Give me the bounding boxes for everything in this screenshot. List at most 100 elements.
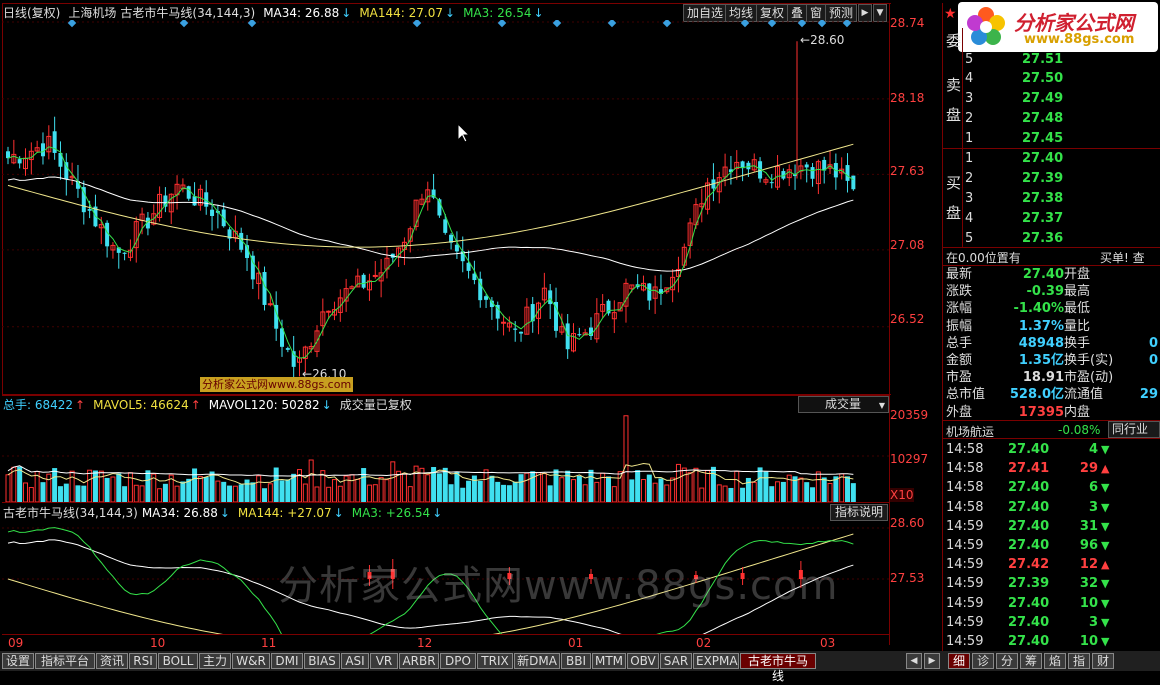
tab-14[interactable]: 新DMA bbox=[514, 653, 560, 669]
event-marker-icon bbox=[552, 20, 562, 28]
tab-19[interactable]: EXPMA bbox=[693, 653, 739, 669]
sidebar-tab-1[interactable]: 诊 bbox=[972, 653, 994, 669]
volume-bar bbox=[611, 486, 617, 502]
tab-15[interactable]: BBI bbox=[561, 653, 591, 669]
tab-1[interactable]: 指标平台 bbox=[35, 653, 95, 669]
tab-20[interactable]: 古老市牛马线 bbox=[740, 653, 816, 683]
volume-bar bbox=[192, 468, 198, 502]
quote-value: 0 bbox=[1148, 335, 1158, 351]
indicator-axis-label: 28.60 bbox=[890, 516, 925, 530]
buy-row: 5 27.36 bbox=[965, 231, 1064, 246]
tab-12[interactable]: DPO bbox=[440, 653, 476, 669]
tab-5[interactable]: 主力 bbox=[199, 653, 231, 669]
candle-body bbox=[285, 348, 290, 350]
volume-bar bbox=[763, 471, 769, 502]
sidebar-tab-2[interactable]: 分 bbox=[996, 653, 1018, 669]
event-marker-icon bbox=[817, 20, 827, 28]
volume-dropdown[interactable]: 成交量 ▼ bbox=[798, 396, 889, 413]
quote-value: 17395 bbox=[1018, 404, 1064, 420]
tab-16[interactable]: MTM bbox=[592, 653, 626, 669]
tick-time: 14:59 bbox=[946, 634, 984, 649]
tick-row: 14:59 27.40 96 ▼ bbox=[946, 536, 1160, 555]
volume-bar bbox=[180, 481, 186, 502]
sidebar-tab-4[interactable]: 焰 bbox=[1044, 653, 1066, 669]
price-axis-label: 27.08 bbox=[890, 238, 925, 252]
tick-price: 27.41 bbox=[1008, 461, 1050, 477]
indicator-help-button[interactable]: 指标说明 bbox=[830, 504, 888, 521]
volume-axis-label: 10297 bbox=[890, 452, 929, 466]
candle-body bbox=[17, 159, 22, 164]
volume-bar bbox=[372, 484, 378, 502]
candle-body bbox=[210, 209, 215, 216]
volume-bar bbox=[203, 476, 209, 502]
volume-bar bbox=[646, 474, 652, 502]
volume-bar bbox=[384, 479, 390, 502]
month-label: 12 bbox=[417, 636, 433, 650]
quote-value: -1.40% bbox=[1013, 301, 1065, 317]
star-icon[interactable]: ★ bbox=[944, 6, 957, 22]
period-label[interactable]: 日线(复权) bbox=[3, 6, 60, 20]
candle-body bbox=[845, 165, 850, 181]
price-axis-label: 28.74 bbox=[890, 16, 925, 30]
volume-bar bbox=[477, 480, 483, 502]
scroll-right-button[interactable]: ▶ bbox=[924, 653, 940, 669]
tick-price: 27.40 bbox=[1008, 634, 1050, 649]
volume-bar bbox=[670, 477, 676, 502]
tab-17[interactable]: OBV bbox=[627, 653, 659, 669]
volume-bar bbox=[122, 486, 128, 502]
tab-3[interactable]: RSI bbox=[129, 653, 157, 669]
sidebar-tab-5[interactable]: 指 bbox=[1068, 653, 1090, 669]
volume-bar bbox=[17, 466, 23, 502]
candle-body bbox=[361, 274, 366, 288]
tab-18[interactable]: SAR bbox=[660, 653, 692, 669]
scroll-left-button[interactable]: ◀ bbox=[906, 653, 922, 669]
industry-tab[interactable]: 同行业 bbox=[1108, 421, 1160, 438]
tab-7[interactable]: DMI bbox=[271, 653, 303, 669]
volume-bar bbox=[366, 484, 372, 502]
tick-price: 27.40 bbox=[1008, 595, 1050, 611]
buy-check-link[interactable]: 买单! 查 bbox=[1100, 249, 1145, 266]
sidebar-tab-0[interactable]: 细 bbox=[948, 653, 970, 669]
down-arrow-icon: ↓ bbox=[321, 398, 332, 412]
candle-body bbox=[122, 252, 127, 254]
volume-bar bbox=[524, 472, 530, 502]
candlestick-chart[interactable] bbox=[2, 20, 890, 396]
quote-value: 1.37% bbox=[1018, 318, 1064, 334]
quote-value: 1.35亿 bbox=[1018, 353, 1064, 368]
volume-bar bbox=[640, 479, 646, 502]
tick-time: 14:58 bbox=[946, 461, 984, 477]
tab-11[interactable]: ARBR bbox=[399, 653, 439, 669]
event-marker-icon bbox=[662, 20, 672, 28]
event-marker-icon bbox=[179, 20, 189, 28]
sidebar-tab-3[interactable]: 筹 bbox=[1020, 653, 1042, 669]
tab-10[interactable]: VR bbox=[370, 653, 398, 669]
divider bbox=[943, 247, 1160, 248]
tick-price: 27.40 bbox=[1008, 499, 1050, 515]
price-axis-label: 27.63 bbox=[890, 164, 925, 178]
sidebar-tab-6[interactable]: 财 bbox=[1092, 653, 1114, 669]
tab-2[interactable]: 资讯 bbox=[96, 653, 128, 669]
tick-price: 27.40 bbox=[1008, 480, 1050, 496]
event-marker-icon bbox=[497, 20, 507, 28]
volume-bar bbox=[401, 473, 407, 502]
tab-9[interactable]: ASI bbox=[341, 653, 369, 669]
volume-bar bbox=[798, 477, 804, 502]
volume-bar bbox=[227, 485, 233, 502]
tick-row: 14:58 27.41 29 ▲ bbox=[946, 459, 1160, 478]
volume-bar bbox=[104, 477, 110, 502]
tab-4[interactable]: BOLL bbox=[158, 653, 198, 669]
quote-label: 流通值 bbox=[1064, 387, 1104, 403]
tick-row: 14:58 27.40 3 ▼ bbox=[946, 498, 1160, 517]
tab-8[interactable]: BIAS bbox=[304, 653, 340, 669]
volume-chart[interactable] bbox=[2, 412, 890, 502]
volume-bar bbox=[536, 472, 542, 502]
tick-volume: 6 bbox=[1088, 480, 1098, 496]
candle-body bbox=[647, 283, 652, 301]
volume-bar bbox=[22, 482, 28, 502]
volume-bar bbox=[157, 488, 163, 502]
volume-bar bbox=[541, 473, 547, 502]
tab-13[interactable]: TRIX bbox=[477, 653, 513, 669]
volume-bar bbox=[116, 473, 122, 502]
tab-0[interactable]: 设置 bbox=[2, 653, 34, 669]
tab-6[interactable]: W&R bbox=[232, 653, 270, 669]
